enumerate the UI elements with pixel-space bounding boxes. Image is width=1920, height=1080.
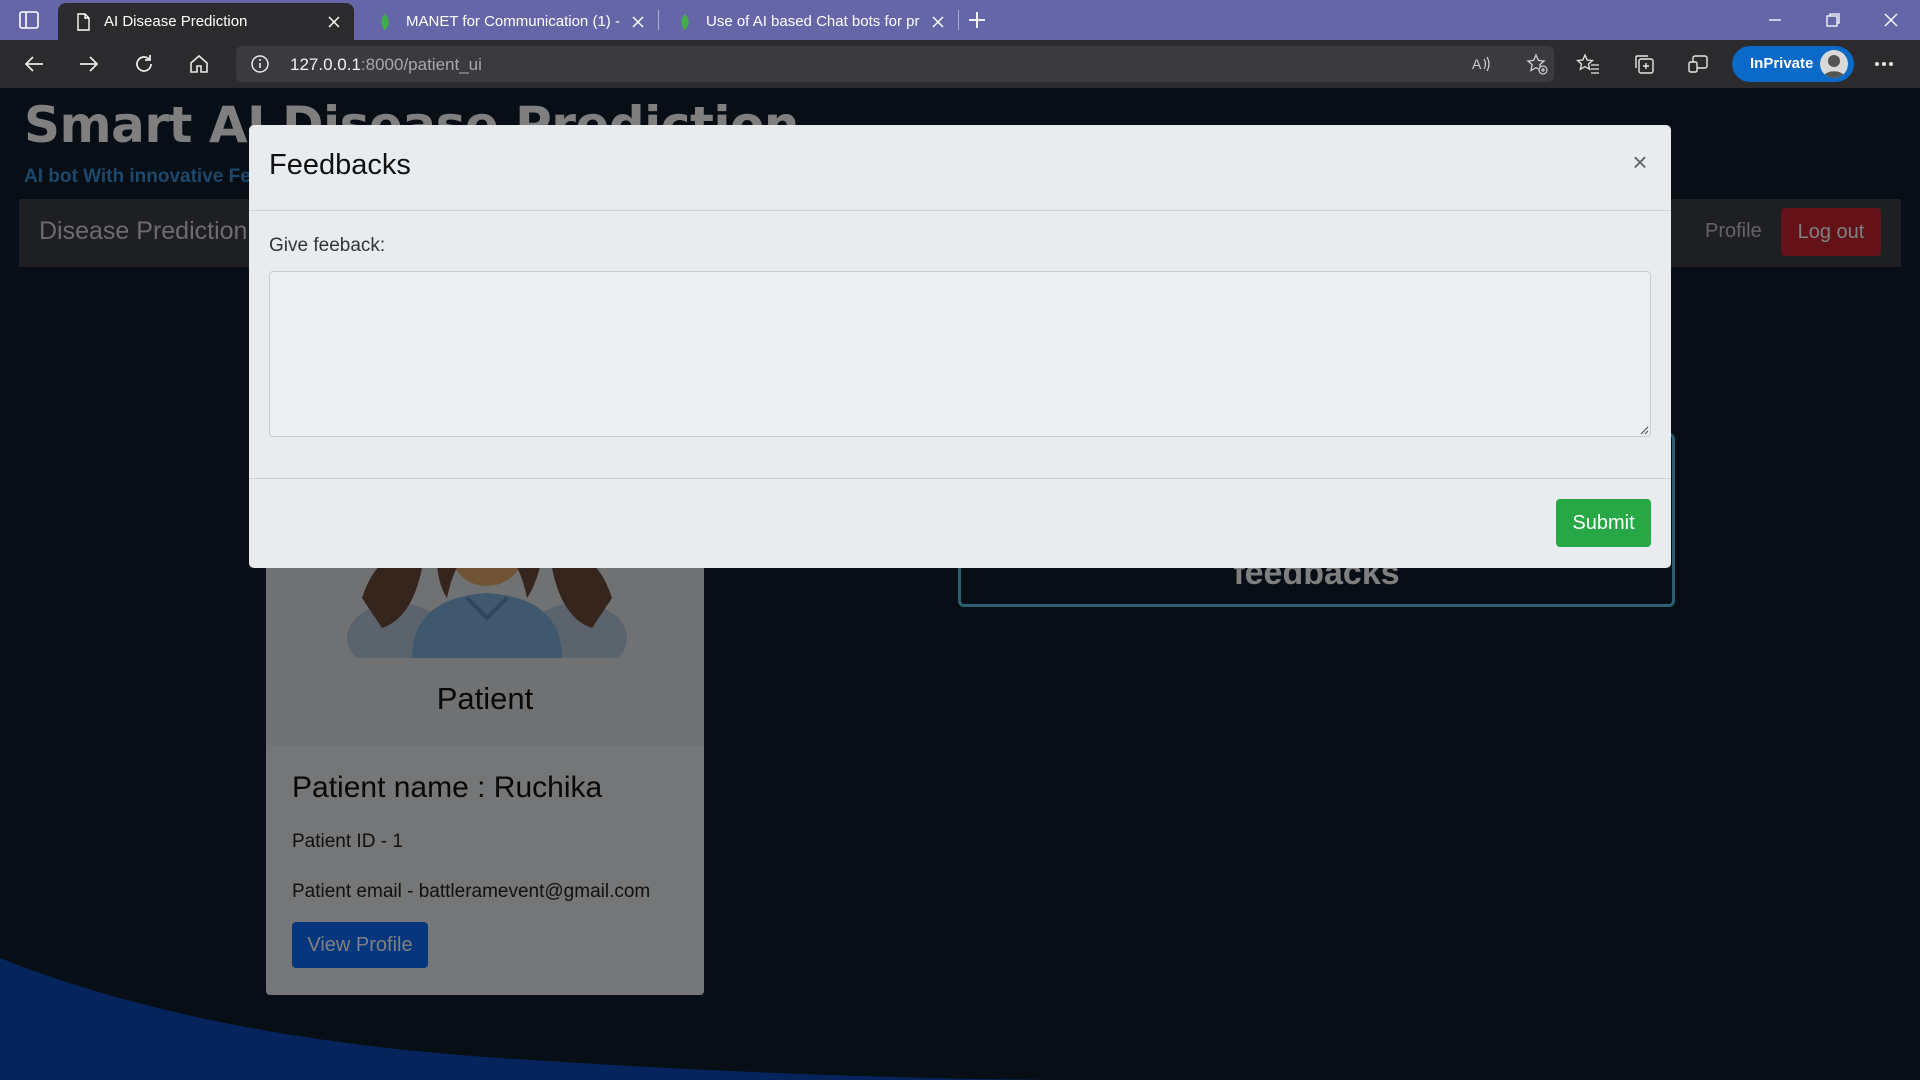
modal-body: Give feeback: xyxy=(249,211,1671,445)
modal-title: Feedbacks xyxy=(269,149,411,181)
leaf-icon xyxy=(376,13,394,31)
resize-grip-icon[interactable] xyxy=(1639,425,1649,435)
tab-title: MANET for Communication (1) - xyxy=(406,13,620,30)
feedback-modal: Feedbacks × Give feeback: Submit xyxy=(249,125,1671,568)
inprivate-label: InPrivate xyxy=(1750,55,1814,72)
info-icon[interactable] xyxy=(250,54,270,74)
close-window-icon[interactable] xyxy=(1878,8,1904,32)
address-bar[interactable]: 127.0.0.1:8000/patient_ui A xyxy=(236,46,1554,82)
cast-icon[interactable] xyxy=(1684,50,1712,78)
inprivate-button[interactable]: InPrivate xyxy=(1732,46,1854,82)
feedback-prompt-label: Give feeback: xyxy=(269,235,386,256)
tab-ai-chat-bots[interactable]: Use of AI based Chat bots for pr xyxy=(660,3,958,40)
close-icon[interactable] xyxy=(928,12,948,32)
close-icon[interactable] xyxy=(324,12,344,32)
modal-close-button[interactable]: × xyxy=(1627,149,1653,175)
url-path: :8000/patient_ui xyxy=(360,55,482,74)
back-icon[interactable] xyxy=(20,50,48,78)
home-icon[interactable] xyxy=(185,50,213,78)
more-icon[interactable] xyxy=(1870,50,1898,78)
tab-separator xyxy=(658,10,659,30)
modal-header: Feedbacks × xyxy=(249,125,1671,211)
tab-title: AI Disease Prediction xyxy=(104,13,248,30)
refresh-icon[interactable] xyxy=(130,50,158,78)
sidebar-toggle-icon[interactable] xyxy=(18,10,42,30)
svg-text:A: A xyxy=(1472,56,1482,72)
plus-icon[interactable] xyxy=(964,8,990,32)
tab-separator xyxy=(958,10,959,30)
browser-toolbar: 127.0.0.1:8000/patient_ui A InPrivate xyxy=(0,40,1920,88)
browser-tab-bar: AI Disease Prediction MANET for Communic… xyxy=(0,0,1920,40)
tab-title: Use of AI based Chat bots for pr xyxy=(706,13,920,30)
leaf-icon xyxy=(676,13,694,31)
add-favorite-icon[interactable] xyxy=(1524,52,1550,76)
close-icon[interactable] xyxy=(628,12,648,32)
modal-footer: Submit xyxy=(249,478,1671,568)
url-host: 127.0.0.1 xyxy=(290,55,361,74)
read-aloud-icon[interactable]: A xyxy=(1470,52,1496,76)
collections-icon[interactable] xyxy=(1630,50,1658,78)
page-icon xyxy=(74,12,92,31)
tab-manet[interactable]: MANET for Communication (1) - xyxy=(360,3,658,40)
avatar xyxy=(1820,50,1848,78)
forward-icon[interactable] xyxy=(75,50,103,78)
url-text: 127.0.0.1:8000/patient_ui xyxy=(290,55,482,75)
restore-icon[interactable] xyxy=(1820,8,1846,32)
submit-button[interactable]: Submit xyxy=(1556,499,1651,547)
favorites-icon[interactable] xyxy=(1574,50,1602,78)
feedback-textarea[interactable] xyxy=(269,271,1651,437)
tab-ai-disease-prediction[interactable]: AI Disease Prediction xyxy=(58,3,354,40)
minimize-icon[interactable] xyxy=(1762,8,1788,32)
